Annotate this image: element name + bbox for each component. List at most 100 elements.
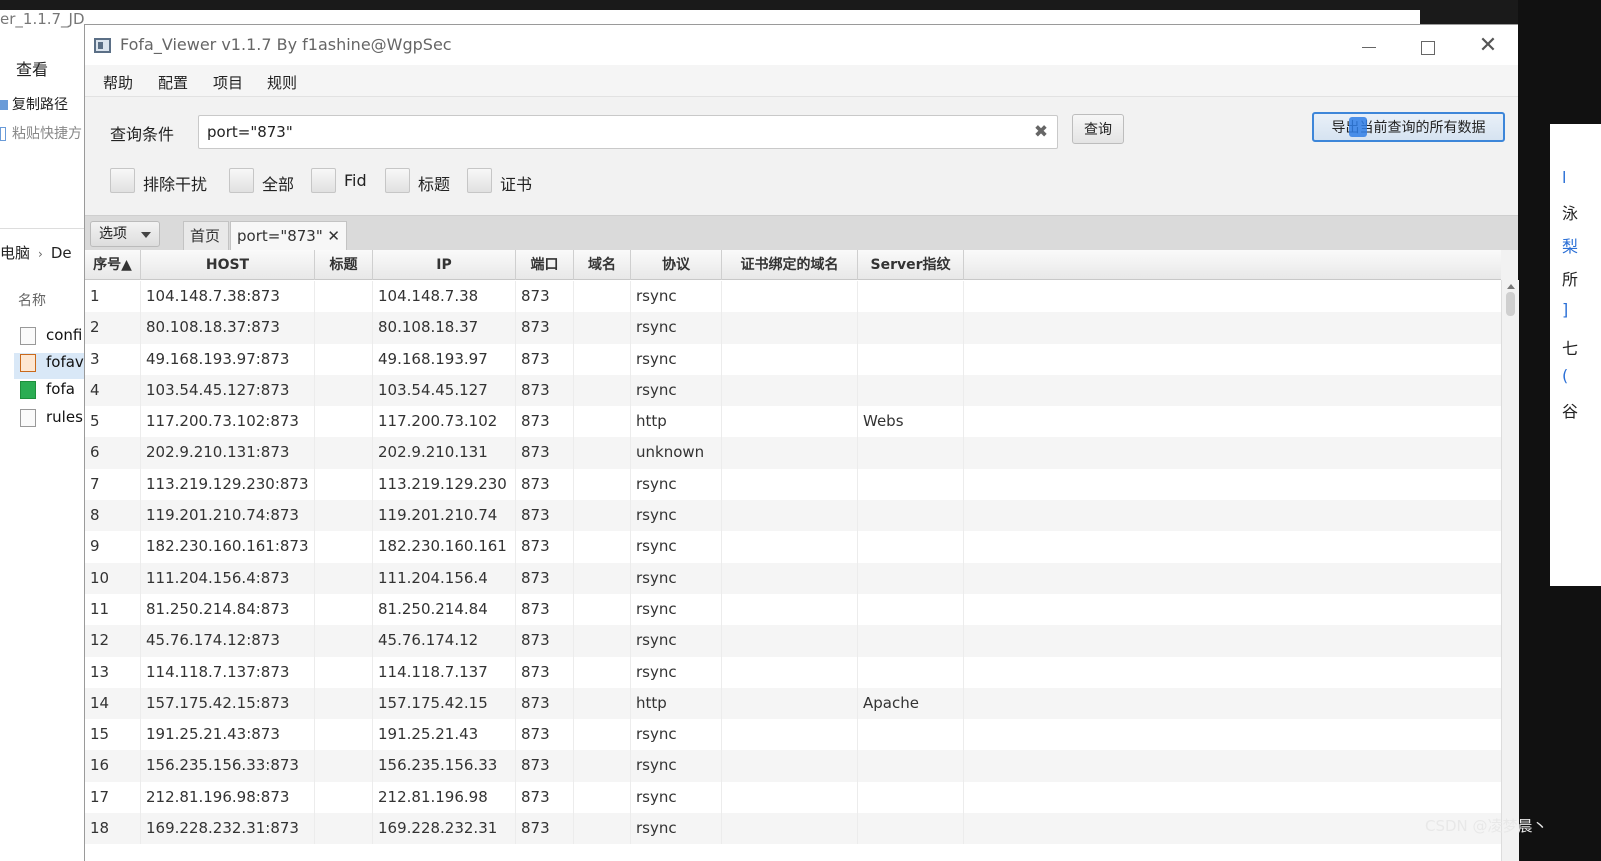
cell-title	[315, 406, 373, 438]
chevron-down-icon	[141, 232, 151, 238]
cell-protocol: rsync	[631, 625, 722, 657]
table-row[interactable]: 15 191.25.21.43:873 191.25.21.43 873 rsync	[85, 719, 1501, 751]
table-row[interactable]: 10 111.204.156.4:873 111.204.156.4 873 rsync	[85, 562, 1501, 594]
table-row[interactable]: 2 80.108.18.37:873 80.108.18.37 873 rsync	[85, 312, 1501, 344]
title-bar[interactable]: Fofa_Viewer v1.1.7 By f1ashine@WgpSec ✕	[85, 25, 1518, 65]
table-row[interactable]: 8 119.201.210.74:873 119.201.210.74 873 rsyn…	[85, 500, 1501, 532]
table-row[interactable]: 1 104.148.7.38:873 104.148.7.38 873 rsync	[85, 281, 1501, 313]
copy-path-button[interactable]: 复制路径	[0, 94, 68, 114]
table-row[interactable]: 18 169.228.232.31:873 169.228.232.31 873 rsy…	[85, 813, 1501, 845]
cell-protocol: rsync	[631, 312, 722, 344]
table-row[interactable]: 7 113.219.129.230:873 113.219.129.230 873 rs…	[85, 468, 1501, 501]
cell-host: 111.204.156.4:873	[141, 562, 315, 594]
table-row[interactable]: 13 114.118.7.137:873 114.118.7.137 873 rsync	[85, 656, 1501, 688]
cell-protocol: rsync	[631, 719, 722, 751]
cell-port: 873	[516, 750, 574, 782]
column-header-ip[interactable]: IP	[373, 250, 516, 280]
column-header-protocol[interactable]: 协议	[631, 250, 722, 280]
export-all-button[interactable]: 导出当前查询的所有数据	[1312, 112, 1505, 142]
options-dropdown[interactable]: 选项	[90, 221, 160, 247]
table-row[interactable]: 3 49.168.193.97:873 49.168.193.97 873 rsync	[85, 343, 1501, 375]
cell-server	[858, 374, 964, 407]
scroll-up-icon[interactable]	[1507, 284, 1515, 289]
tab-query[interactable]: port="873" ✕	[230, 221, 347, 251]
cell-host: 202.9.210.131:873	[141, 437, 315, 469]
file-item[interactable]: confi	[20, 326, 82, 352]
cell-title	[315, 625, 373, 657]
window-title: Fofa_Viewer v1.1.7 By f1ashine@WgpSec	[120, 35, 452, 54]
fragment-text: 所	[1562, 270, 1579, 289]
file-item[interactable]: fofav	[14, 353, 88, 379]
table-row[interactable]: 14 157.175.42.15:873 157.175.42.15 873 http A…	[85, 687, 1501, 720]
menu-config[interactable]: 配置	[158, 72, 188, 93]
cell-index: 15	[85, 719, 141, 751]
cell-domain	[574, 281, 631, 313]
table-row[interactable]: 17 212.81.196.98:873 212.81.196.98 873 rsync	[85, 781, 1501, 814]
table-row[interactable]: 11 81.250.214.84:873 81.250.214.84 873 rsync	[85, 593, 1501, 626]
query-input[interactable]	[207, 116, 1027, 148]
cell-domain	[574, 562, 631, 594]
file-item[interactable]: rules	[20, 408, 83, 434]
cell-index: 6	[85, 437, 141, 469]
column-header-host[interactable]: HOST	[141, 250, 315, 280]
cell-port: 873	[516, 281, 574, 313]
checkbox-box[interactable]	[311, 168, 336, 193]
cell-server	[858, 531, 964, 563]
cell-cert-domain	[722, 781, 858, 814]
close-button[interactable]: ✕	[1465, 31, 1511, 61]
column-header-index[interactable]: 序号▲	[85, 250, 141, 280]
table-row[interactable]: 5 117.200.73.102:873 117.200.73.102 873 http…	[85, 406, 1501, 438]
checkbox-box[interactable]	[385, 168, 410, 193]
fragment-text: 七	[1562, 339, 1579, 358]
cell-protocol: rsync	[631, 374, 722, 407]
menu-rules[interactable]: 规则	[267, 72, 297, 93]
column-header-title[interactable]: 标题	[315, 250, 373, 280]
minimize-button[interactable]	[1346, 31, 1392, 61]
cell-index: 5	[85, 406, 141, 438]
checkbox-box[interactable]	[229, 168, 254, 193]
cell-server	[858, 593, 964, 626]
cell-cert-domain	[722, 593, 858, 626]
column-header-server[interactable]: Server指纹	[858, 250, 964, 280]
background-view-menu[interactable]: 查看	[16, 56, 48, 80]
close-icon[interactable]: ✕	[327, 222, 340, 250]
table-row[interactable]: 16 156.235.156.33:873 156.235.156.33 873 rsy…	[85, 750, 1501, 782]
cell-index: 17	[85, 781, 141, 814]
close-icon: ✕	[1478, 33, 1498, 58]
checkbox-box[interactable]	[467, 168, 492, 193]
cell-domain	[574, 593, 631, 626]
table-row[interactable]: 4 103.54.45.127:873 103.54.45.127 873 rsync	[85, 374, 1501, 407]
breadcrumb[interactable]: 电脑 › De	[0, 242, 72, 263]
table-row[interactable]: 9 182.230.160.161:873 182.230.160.161 873 rs…	[85, 531, 1501, 563]
menu-project[interactable]: 项目	[213, 72, 243, 93]
cell-host: 117.200.73.102:873	[141, 406, 315, 438]
cell-port: 873	[516, 437, 574, 469]
checkbox-box[interactable]	[110, 168, 135, 193]
vertical-scrollbar[interactable]	[1501, 280, 1519, 861]
column-header-cert-domain[interactable]: 证书绑定的域名	[722, 250, 858, 280]
cell-title	[315, 437, 373, 469]
fragment-text: 泳	[1562, 204, 1579, 223]
cell-server	[858, 468, 964, 501]
table-row[interactable]: 12 45.76.174.12:873 45.76.174.12 873 rsync	[85, 625, 1501, 657]
column-header-name[interactable]: 名称	[18, 290, 46, 310]
file-item[interactable]: fofa	[20, 380, 75, 406]
search-button[interactable]: 查询	[1072, 114, 1124, 144]
table-row[interactable]: 6 202.9.210.131:873 202.9.210.131 873 unknow…	[85, 437, 1501, 469]
cell-cert-domain	[722, 625, 858, 657]
query-field[interactable]: ✖	[198, 115, 1058, 149]
column-header-port[interactable]: 端口	[516, 250, 574, 280]
cell-domain	[574, 437, 631, 469]
scrollbar-thumb[interactable]	[1506, 292, 1515, 316]
menu-help[interactable]: 帮助	[103, 72, 133, 93]
column-header-domain[interactable]: 域名	[574, 250, 631, 280]
cell-host: 191.25.21.43:873	[141, 719, 315, 751]
cell-domain	[574, 813, 631, 845]
clear-icon[interactable]: ✖	[1031, 122, 1051, 142]
cell-host: 182.230.160.161:873	[141, 531, 315, 563]
tab-home[interactable]: 首页	[183, 221, 229, 251]
maximize-button[interactable]	[1405, 31, 1451, 61]
cell-host: 103.54.45.127:873	[141, 374, 315, 407]
paste-shortcut-button[interactable]: 粘贴快捷方	[0, 123, 82, 143]
spreadsheet-file-icon	[20, 380, 36, 399]
